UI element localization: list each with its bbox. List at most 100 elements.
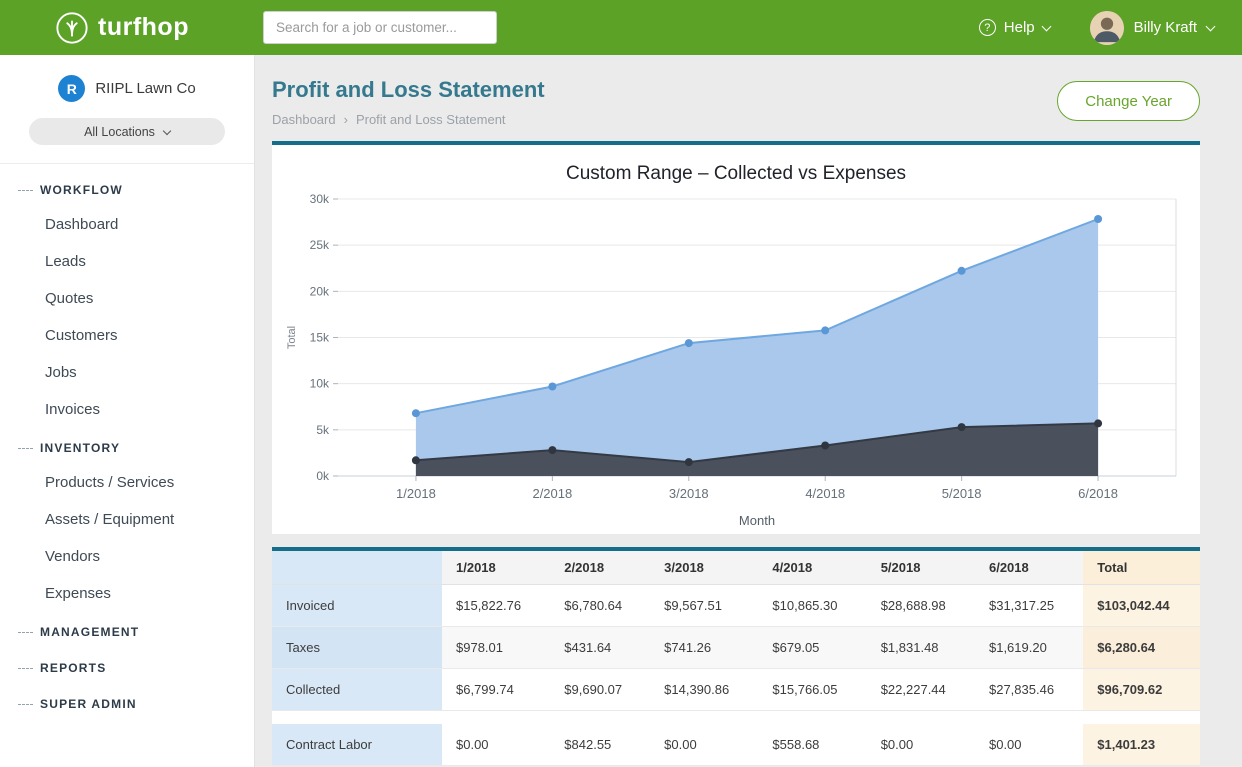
cell-value: $31,317.25: [975, 585, 1083, 627]
svg-text:5/2018: 5/2018: [942, 486, 982, 501]
company-panel: R RIIPL Lawn Co All Locations: [0, 55, 254, 164]
sidebar-item-quotes[interactable]: Quotes: [0, 280, 254, 317]
section-label: MANAGEMENT: [40, 625, 139, 639]
breadcrumb-link-dashboard[interactable]: Dashboard: [272, 112, 336, 127]
breadcrumb: Dashboard › Profit and Loss Statement: [272, 112, 545, 127]
section-label: INVENTORY: [40, 441, 120, 455]
cell-value: $0.00: [975, 724, 1083, 766]
brand-logo[interactable]: turfhop: [0, 11, 255, 45]
column-header-1-2018: 1/2018: [442, 551, 550, 585]
svg-text:5k: 5k: [316, 423, 330, 437]
cell-value: $978.01: [442, 627, 550, 669]
user-menu[interactable]: Billy Kraft: [1090, 11, 1214, 45]
cell-value: $431.64: [550, 627, 650, 669]
cell-value: $15,822.76: [442, 585, 550, 627]
chart-title: Custom Range – Collected vs Expenses: [282, 163, 1190, 185]
svg-text:30k: 30k: [310, 192, 330, 206]
sidebar-section-workflow[interactable]: WORKFLOW: [0, 170, 254, 206]
tree-dash-icon: [18, 704, 33, 705]
cell-value: $558.68: [758, 724, 866, 766]
help-label: Help: [1004, 19, 1035, 36]
sidebar-item-customers[interactable]: Customers: [0, 317, 254, 354]
section-label: REPORTS: [40, 661, 106, 675]
sidebar-item-products-services[interactable]: Products / Services: [0, 464, 254, 501]
sidebar-item-jobs[interactable]: Jobs: [0, 354, 254, 391]
locations-label: All Locations: [84, 125, 155, 139]
chevron-down-icon: [1206, 21, 1216, 31]
svg-text:20k: 20k: [310, 284, 330, 298]
svg-text:6/2018: 6/2018: [1078, 486, 1118, 501]
change-year-button[interactable]: Change Year: [1057, 81, 1200, 121]
breadcrumb-current: Profit and Loss Statement: [356, 112, 506, 127]
sidebar-item-vendors[interactable]: Vendors: [0, 538, 254, 575]
cell-value: $27,835.46: [975, 669, 1083, 711]
cell-value: $9,690.07: [550, 669, 650, 711]
company-logo: R: [58, 75, 85, 102]
tree-dash-icon: [18, 448, 33, 449]
sidebar-item-assets-equipment[interactable]: Assets / Equipment: [0, 501, 254, 538]
cell-value: $842.55: [550, 724, 650, 766]
collected-vs-expenses-area-chart: 0k5k10k15k20k25k30k1/20182/20183/20184/2…: [282, 187, 1190, 532]
brand-name: turfhop: [98, 13, 189, 42]
sidebar-section-super-admin[interactable]: SUPER ADMIN: [0, 684, 254, 720]
column-header-3-2018: 3/2018: [650, 551, 758, 585]
svg-text:25k: 25k: [310, 238, 330, 252]
cell-value: $6,799.74: [442, 669, 550, 711]
section-label: WORKFLOW: [40, 183, 123, 197]
cell-total: $1,401.23: [1083, 724, 1200, 766]
cell-total: $103,042.44: [1083, 585, 1200, 627]
search-input[interactable]: [263, 11, 497, 44]
cell-value: $0.00: [650, 724, 758, 766]
cell-value: $741.26: [650, 627, 758, 669]
cell-value: $15,766.05: [758, 669, 866, 711]
turfhop-grass-icon: [55, 11, 89, 45]
sidebar-section-inventory[interactable]: INVENTORY: [0, 428, 254, 464]
svg-text:2/2018: 2/2018: [532, 486, 572, 501]
svg-text:0k: 0k: [316, 469, 330, 483]
column-header-4-2018: 4/2018: [758, 551, 866, 585]
sidebar-section-reports[interactable]: REPORTS: [0, 648, 254, 684]
table-group-spacer: [272, 711, 1200, 724]
table-row-taxes: Taxes$978.01$431.64$741.26$679.05$1,831.…: [272, 627, 1200, 669]
sidebar-item-dashboard[interactable]: Dashboard: [0, 206, 254, 243]
sidebar-item-leads[interactable]: Leads: [0, 243, 254, 280]
tree-dash-icon: [18, 668, 33, 669]
section-label: SUPER ADMIN: [40, 697, 137, 711]
table-header-row: 1/20182/20183/20184/20185/20186/2018Tota…: [272, 551, 1200, 585]
chevron-down-icon: [163, 126, 171, 134]
svg-text:3/2018: 3/2018: [669, 486, 709, 501]
cell-total: $96,709.62: [1083, 669, 1200, 711]
tree-dash-icon: [18, 632, 33, 633]
cell-value: $1,831.48: [867, 627, 975, 669]
chevron-down-icon: [1041, 21, 1051, 31]
sidebar-section-management[interactable]: MANAGEMENT: [0, 612, 254, 648]
pl-table-card: 1/20182/20183/20184/20185/20186/2018Tota…: [272, 547, 1200, 766]
cell-value: $0.00: [867, 724, 975, 766]
column-header-blank: [272, 551, 442, 585]
svg-text:4/2018: 4/2018: [805, 486, 845, 501]
svg-text:1/2018: 1/2018: [396, 486, 436, 501]
chart-card: Custom Range – Collected vs Expenses 0k 5…: [272, 141, 1200, 534]
table-row-invoiced: Invoiced$15,822.76$6,780.64$9,567.51$10,…: [272, 585, 1200, 627]
help-menu[interactable]: ? Help: [979, 19, 1050, 36]
sidebar-item-invoices[interactable]: Invoices: [0, 391, 254, 428]
cell-value: $14,390.86: [650, 669, 758, 711]
page-title: Profit and Loss Statement: [272, 77, 545, 103]
avatar: [1090, 11, 1124, 45]
topbar-right: ? Help Billy Kraft: [979, 11, 1242, 45]
sidebar: R RIIPL Lawn Co All Locations WORKFLOW Da…: [0, 55, 255, 767]
row-label: Contract Labor: [272, 724, 442, 766]
table-row-collected: Collected$6,799.74$9,690.07$14,390.86$15…: [272, 669, 1200, 711]
company-name: RIIPL Lawn Co: [95, 80, 195, 97]
svg-text:Total: Total: [286, 326, 298, 349]
topbar: turfhop ? Help Billy Kraft: [0, 0, 1242, 55]
sidebar-item-expenses[interactable]: Expenses: [0, 575, 254, 612]
svg-text:10k: 10k: [310, 377, 330, 391]
row-label: Taxes: [272, 627, 442, 669]
locations-dropdown[interactable]: All Locations: [29, 118, 225, 145]
pl-table: 1/20182/20183/20184/20185/20186/2018Tota…: [272, 551, 1200, 766]
help-icon: ?: [979, 19, 996, 36]
cell-value: $0.00: [442, 724, 550, 766]
cell-total: $6,280.64: [1083, 627, 1200, 669]
cell-value: $10,865.30: [758, 585, 866, 627]
